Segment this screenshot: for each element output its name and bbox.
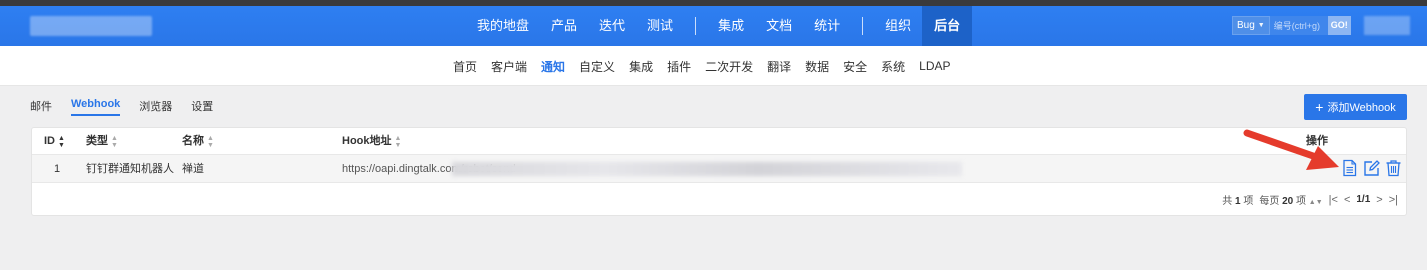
- pager-per-page[interactable]: 每页 20 项 ▲▼: [1259, 192, 1322, 207]
- table-row[interactable]: 1 钉钉群通知机器人 禅道 https://oapi.dingtalk.com/…: [32, 155, 1406, 183]
- header-actions-label: 操作: [1306, 135, 1328, 147]
- subnav-ldap[interactable]: LDAP: [912, 59, 957, 73]
- global-search: Bug▼ GO!: [1232, 16, 1351, 35]
- add-webhook-label: 添加Webhook: [1327, 102, 1396, 114]
- nav-ci[interactable]: 集成: [707, 6, 755, 46]
- redacted-url: [452, 162, 962, 176]
- search-input[interactable]: [1269, 16, 1328, 35]
- nav-divider: [862, 17, 864, 35]
- sort-icon: ▲ ▼: [207, 134, 214, 149]
- cell-type: 钉钉群通知机器人: [86, 163, 174, 175]
- header-hook-label: Hook地址: [342, 135, 392, 147]
- search-go-button[interactable]: GO!: [1327, 16, 1351, 35]
- subnav-client[interactable]: 客户端: [484, 58, 534, 75]
- table-header: ID ▲ ▼ 类型 ▲ ▼ 名称 ▲ ▼ Hook地址 ▲ ▼ 操作: [32, 128, 1406, 155]
- nav-company[interactable]: 组织: [874, 6, 922, 46]
- company-logo[interactable]: [30, 16, 152, 36]
- header-id-label: ID: [44, 135, 55, 147]
- tab-browser[interactable]: 浏览器: [139, 98, 172, 118]
- sort-icon: ▲ ▼: [58, 134, 65, 149]
- nav-report[interactable]: 统计: [803, 6, 851, 46]
- header-id[interactable]: ID ▲ ▼: [44, 128, 65, 155]
- subnav-system[interactable]: 系统: [874, 58, 912, 75]
- cell-name: 禅道: [182, 163, 204, 175]
- sort-icon: ▲ ▼: [111, 134, 118, 149]
- subnav-dev[interactable]: 二次开发: [698, 58, 760, 75]
- header-actions: 操作: [1306, 128, 1328, 155]
- main-navbar: 我的地盘 产品 迭代 测试 集成 文档 统计 组织 后台 Bug▼ GO!: [0, 6, 1427, 46]
- nav-divider: [695, 17, 697, 35]
- nav-admin[interactable]: 后台: [922, 6, 973, 46]
- tab-mail[interactable]: 邮件: [30, 98, 52, 118]
- pager-total: 共 1 项: [1222, 196, 1254, 207]
- first-page-icon[interactable]: |<: [1329, 194, 1338, 206]
- header-type[interactable]: 类型 ▲ ▼: [86, 128, 118, 155]
- nav-my[interactable]: 我的地盘: [466, 6, 540, 46]
- nav-product[interactable]: 产品: [540, 6, 588, 46]
- plus-icon: +: [1315, 99, 1324, 115]
- main-nav: 我的地盘 产品 迭代 测试 集成 文档 统计 组织 后台: [466, 6, 973, 46]
- nav-doc[interactable]: 文档: [755, 6, 803, 46]
- nav-test[interactable]: 测试: [636, 6, 684, 46]
- header-name[interactable]: 名称 ▲ ▼: [182, 128, 214, 155]
- next-page-icon[interactable]: >: [1376, 194, 1382, 206]
- sort-icon: ▲ ▼: [394, 134, 402, 149]
- tab-webhook[interactable]: Webhook: [71, 98, 121, 116]
- subnav-extension[interactable]: 插件: [660, 58, 698, 75]
- add-webhook-button[interactable]: + 添加Webhook: [1304, 94, 1407, 120]
- cell-id: 1: [54, 163, 61, 175]
- delete-icon[interactable]: [1385, 159, 1402, 177]
- search-type-select[interactable]: Bug ▼: [1232, 16, 1270, 35]
- header-name-label: 名称: [182, 135, 204, 147]
- chevron-down-icon: ▼: [1257, 22, 1265, 29]
- detail-icon[interactable]: [1341, 159, 1358, 177]
- pagination: 共 1 项 每页 20 项 ▲▼ |< < 1/1 > >|: [1222, 192, 1398, 208]
- nav-iteration[interactable]: 迭代: [588, 6, 636, 46]
- last-page-icon[interactable]: >|: [1389, 194, 1398, 206]
- subnav-custom[interactable]: 自定义: [572, 58, 622, 75]
- webhook-table-panel: ID ▲ ▼ 类型 ▲ ▼ 名称 ▲ ▼ Hook地址 ▲ ▼ 操作 1 钉钉群通知机器人 禅道…: [31, 127, 1407, 216]
- edit-icon[interactable]: [1363, 159, 1380, 177]
- subnav-data[interactable]: 数据: [798, 58, 836, 75]
- admin-subnav: 首页 客户端 通知 自定义 集成 插件 二次开发 翻译 数据 安全 系统 LDA…: [0, 46, 1427, 86]
- search-type-label: Bug: [1237, 20, 1255, 31]
- header-type-label: 类型: [86, 135, 108, 147]
- tab-settings[interactable]: 设置: [191, 98, 213, 118]
- user-menu[interactable]: [1364, 16, 1410, 35]
- subnav-home[interactable]: 首页: [446, 58, 484, 75]
- header-hook[interactable]: Hook地址 ▲ ▼: [342, 128, 401, 155]
- prev-page-icon[interactable]: <: [1344, 194, 1350, 206]
- subnav-integration[interactable]: 集成: [622, 58, 660, 75]
- subnav-security[interactable]: 安全: [836, 58, 874, 75]
- subnav-message[interactable]: 通知: [534, 58, 572, 75]
- message-tabs: 邮件 Webhook 浏览器 设置: [30, 98, 232, 118]
- subnav-translate[interactable]: 翻译: [760, 58, 798, 75]
- pager-page: 1/1: [1356, 194, 1371, 205]
- row-actions: [1341, 159, 1402, 177]
